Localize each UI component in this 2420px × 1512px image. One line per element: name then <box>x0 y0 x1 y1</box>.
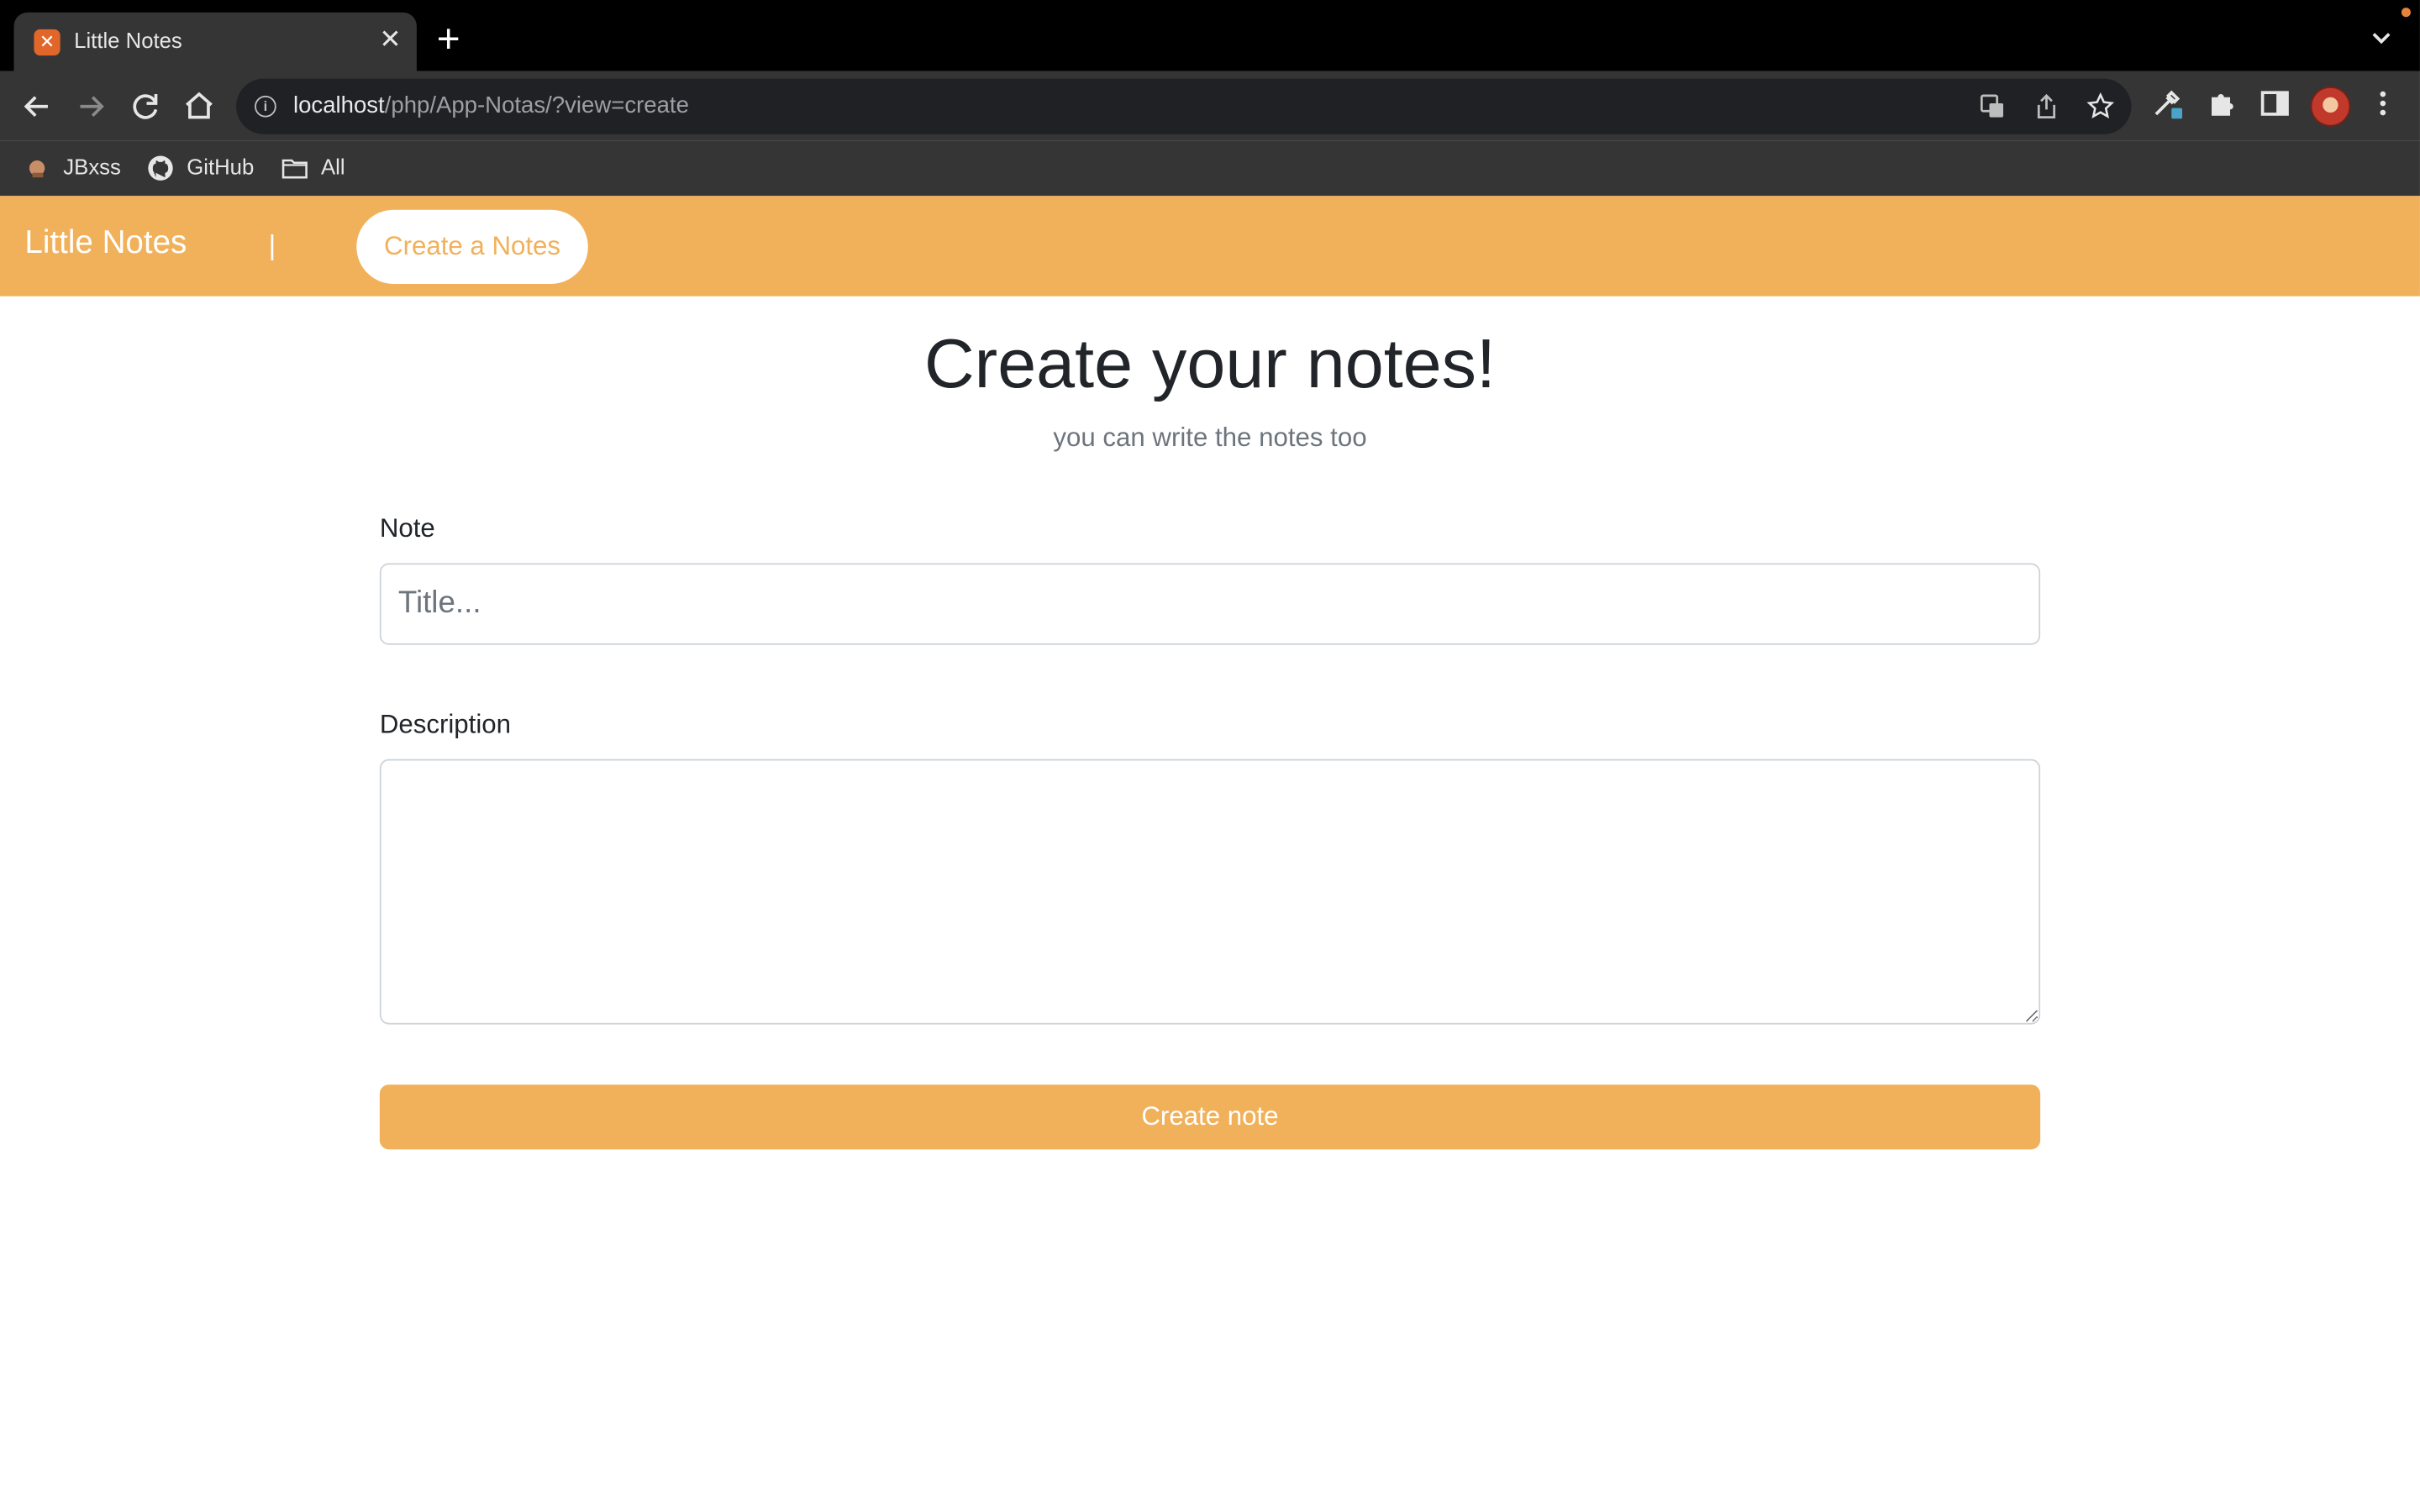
tab-strip: ✕ Little Notes ✕ + <box>0 0 2420 71</box>
bookmark-star-icon[interactable] <box>2086 92 2115 120</box>
folder-icon <box>281 159 308 179</box>
url-host: localhost <box>292 92 385 119</box>
bookmark-favicon-icon <box>29 160 45 178</box>
page-subtitle: you can write the notes too <box>1053 423 1367 453</box>
address-bar[interactable]: i localhost/php/App-Notas/?view=create <box>236 78 2132 134</box>
home-icon[interactable] <box>181 88 218 125</box>
forward-icon[interactable] <box>72 88 109 125</box>
navbar-brand[interactable]: Little Notes <box>24 225 187 262</box>
url-text[interactable]: localhost/php/App-Notas/?view=create <box>293 92 689 118</box>
url-path: /php/App-Notas/?view=create <box>384 92 689 119</box>
xampp-icon: ✕ <box>34 29 60 56</box>
screen: ✕ Little Notes ✕ + i localhost/php/App-N… <box>0 0 2420 1512</box>
tab-title: Little Notes <box>74 28 182 53</box>
reload-icon[interactable] <box>127 88 164 125</box>
description-textarea[interactable] <box>379 759 2041 1025</box>
profile-avatar[interactable] <box>2310 86 2351 127</box>
github-icon <box>148 155 173 181</box>
tab-close-icon[interactable]: ✕ <box>379 24 401 55</box>
tab-search-chevron-icon[interactable] <box>2369 24 2393 49</box>
bookmark-github[interactable]: GitHub <box>187 155 254 179</box>
extensions-puzzle-icon[interactable] <box>2207 88 2238 119</box>
page-title: Create your notes! <box>923 323 1496 403</box>
description-label: Description <box>379 709 512 739</box>
eyedropper-extension-icon[interactable] <box>2151 88 2183 119</box>
browser-tab[interactable]: ✕ Little Notes ✕ <box>13 12 417 71</box>
app-navbar: Little Notes | Create a Notes <box>0 196 2420 297</box>
bookmarks-bar: JBxss GitHub All <box>0 140 2420 197</box>
navbar-separator: | <box>268 229 276 261</box>
create-notes-link[interactable]: Create a Notes <box>356 209 588 284</box>
bookmark-all[interactable]: All <box>321 155 345 179</box>
back-icon[interactable] <box>18 88 55 125</box>
share-icon[interactable] <box>2033 92 2060 120</box>
bookmark-jbxss[interactable]: JBxss <box>63 155 121 179</box>
note-label: Note <box>379 513 435 543</box>
create-note-button[interactable]: Create note <box>379 1084 2041 1150</box>
site-info-icon[interactable]: i <box>255 95 276 118</box>
note-title-input[interactable] <box>379 563 2041 645</box>
new-tab-icon[interactable]: + <box>437 18 460 59</box>
menu-kebab-icon[interactable] <box>2367 88 2398 119</box>
side-panel-icon[interactable] <box>2260 88 2291 119</box>
translate-icon[interactable] <box>1979 92 2007 120</box>
browser-toolbar: i localhost/php/App-Notas/?view=create <box>0 71 2420 141</box>
notification-dot <box>2401 8 2411 18</box>
